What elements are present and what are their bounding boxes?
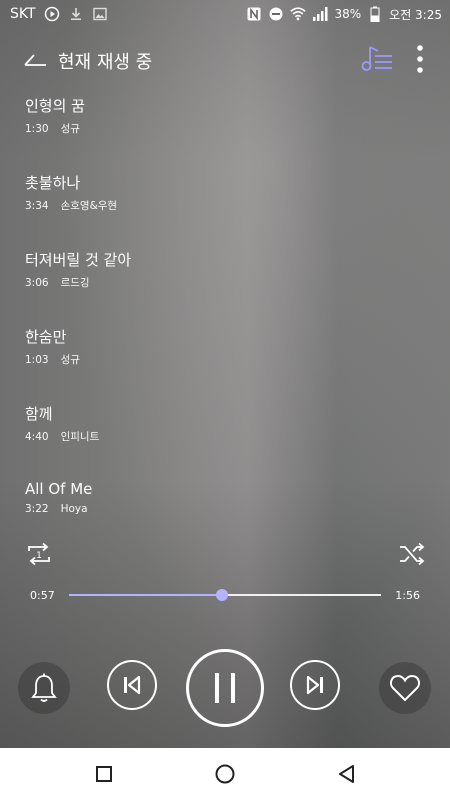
music-list-icon: [361, 46, 392, 71]
song-artist: 르드깅: [60, 277, 90, 289]
more-options-button[interactable]: [416, 44, 424, 78]
triangle-back-icon: [339, 765, 354, 783]
song-artist: Hoya: [60, 503, 88, 515]
current-time: 0:57: [30, 589, 55, 602]
progress-bar: 0:57 1:56: [0, 584, 450, 608]
download-icon: [68, 6, 84, 22]
repeat-mode-label: 1: [36, 551, 42, 561]
mode-controls: 1: [0, 540, 450, 572]
battery-icon: [367, 6, 383, 22]
do-not-disturb-icon: [268, 6, 284, 22]
back-arrow-icon: [20, 51, 48, 71]
song-duration: 4:40: [25, 431, 49, 443]
play-notification-icon: [44, 6, 60, 22]
square-icon: [96, 766, 112, 782]
song-title: All Of Me: [25, 480, 93, 498]
page-title: 현재 재생 중: [58, 52, 153, 73]
more-vert-icon: [417, 45, 423, 73]
system-navigation-bar: [0, 748, 450, 800]
seek-fill: [69, 594, 222, 596]
shuffle-button[interactable]: [398, 540, 426, 572]
song-title: 터져버릴 것 같아: [25, 251, 132, 269]
song-duration: 3:34: [25, 200, 49, 212]
nfc-icon: [246, 6, 262, 22]
pause-icon: [215, 673, 235, 703]
song-artist: 성규: [60, 123, 80, 135]
playlist-queue-button[interactable]: [360, 44, 394, 78]
song-artist: 인피니트: [60, 431, 100, 443]
skip-previous-icon: [124, 675, 141, 695]
song-title: 인형의 꿈: [25, 97, 85, 115]
seek-handle[interactable]: [215, 589, 228, 601]
home-button[interactable]: [213, 762, 237, 786]
app-header: 현재 재생 중: [0, 36, 450, 86]
signal-icon: [312, 6, 328, 22]
list-item[interactable]: All Of Me 3:22 Hoya: [25, 480, 92, 515]
back-button[interactable]: [14, 41, 54, 81]
alarm-button[interactable]: [18, 662, 70, 714]
skip-next-icon: [306, 675, 323, 695]
player-controls: [0, 649, 450, 727]
song-title: 함께: [25, 405, 53, 423]
song-duration: 3:06: [25, 277, 49, 289]
bell-icon: [31, 673, 57, 702]
circle-icon: [215, 764, 235, 784]
song-artist: 성규: [60, 354, 80, 366]
list-item[interactable]: 한숨만 1:03 성규: [25, 326, 80, 367]
clock: 오전 3:25: [389, 7, 442, 22]
total-duration: 1:56: [395, 589, 420, 602]
list-item[interactable]: 함께 4:40 인피니트: [25, 403, 99, 444]
favorite-button[interactable]: [379, 662, 431, 714]
song-duration: 1:30: [25, 123, 49, 135]
wifi-icon: [290, 6, 307, 22]
song-duration: 3:22: [25, 503, 49, 515]
pause-button[interactable]: [186, 649, 264, 727]
repeat-button[interactable]: 1: [25, 540, 53, 572]
image-notification-icon: [92, 6, 108, 22]
seek-track[interactable]: [69, 589, 381, 601]
back-nav-button[interactable]: [334, 762, 358, 786]
heart-icon: [389, 674, 421, 702]
song-title: 한숨만: [25, 328, 67, 346]
song-artist: 손호영&우현: [60, 200, 118, 212]
list-item[interactable]: 터져버릴 것 같아 3:06 르드깅: [25, 249, 131, 290]
list-item[interactable]: 인형의 꿈 1:30 성규: [25, 95, 85, 136]
previous-button[interactable]: [107, 660, 157, 710]
carrier-label: SKT: [10, 6, 36, 22]
song-duration: 1:03: [25, 354, 49, 366]
recent-apps-button[interactable]: [92, 762, 116, 786]
battery-percent: 38%: [334, 7, 362, 21]
next-button[interactable]: [290, 660, 340, 710]
shuffle-icon: [400, 542, 425, 566]
repeat-one-icon: 1: [28, 542, 50, 566]
song-title: 촛불하나: [25, 174, 81, 192]
list-item[interactable]: 촛불하나 3:34 손호영&우현: [25, 172, 117, 213]
status-bar: SKT 38% 오전 3:25: [0, 0, 450, 28]
